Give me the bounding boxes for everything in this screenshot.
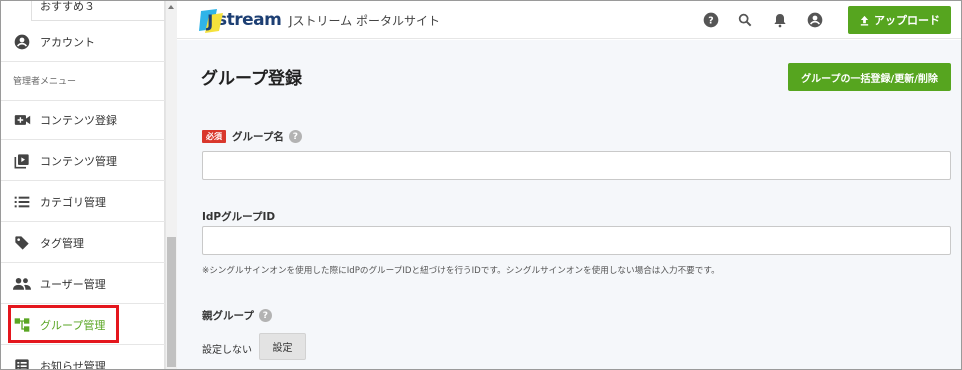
parent-group-label: 親グループ [202, 310, 254, 322]
sidebar-item-label: コンテンツ管理 [40, 154, 117, 168]
scroll-up-arrow-icon[interactable] [167, 3, 175, 11]
account-icon [13, 33, 31, 51]
people-icon [13, 275, 31, 293]
sidebar-item-label: コンテンツ登録 [40, 113, 117, 127]
search-icon[interactable] [737, 12, 753, 28]
annotation-highlight-box [8, 305, 119, 343]
sidebar-item-content-manage[interactable]: コンテンツ管理 [1, 141, 165, 181]
idp-note-text: ※シングルサインオンを使用した際にIdPのグループIDと紐づけを行うIDです。シ… [202, 266, 720, 276]
svg-text:?: ? [708, 15, 713, 26]
help-circle-icon[interactable]: ? [288, 130, 302, 143]
parent-group-value: 設定しない [202, 345, 252, 356]
sidebar-item-content-register[interactable]: コンテンツ登録 [1, 100, 165, 140]
idp-group-id-label: IdPグループID [202, 211, 276, 223]
sidebar-scrollbar-thumb[interactable] [167, 237, 176, 367]
idp-group-id-input[interactable] [202, 226, 951, 255]
sidebar-item-label: お知らせ管理 [40, 359, 106, 370]
sidebar-section-admin: 管理者メニュー [1, 63, 165, 101]
sidebar: おすすめ３ アカウント 管理者メニュー コンテンツ登録 コンテンツ管理 カテゴリ… [1, 1, 165, 370]
app-window: おすすめ３ アカウント 管理者メニュー コンテンツ登録 コンテンツ管理 カテゴリ… [0, 0, 962, 370]
top-header: J stream Jストリーム ポータルサイト ? アップロード [177, 1, 961, 39]
parent-group-label-row: 親グループ ? [202, 308, 272, 323]
portal-name: Jストリーム ポータルサイト [289, 14, 440, 28]
notice-icon [13, 357, 31, 369]
page-title: グループ登録 [201, 69, 302, 89]
user-account-icon[interactable] [807, 12, 823, 28]
upload-button-label: アップロード [874, 14, 940, 27]
tag-icon [13, 234, 31, 252]
bulk-register-button[interactable]: グループの一括登録/更新/削除 [788, 63, 951, 91]
group-name-label: グループ名 [232, 131, 284, 143]
sidebar-item-user-manage[interactable]: ユーザー管理 [1, 264, 165, 304]
video-add-icon [13, 111, 31, 129]
jstream-logo-mark: J [199, 7, 227, 33]
sidebar-item-account[interactable]: アカウント [1, 22, 165, 62]
logo-letter: J [206, 12, 213, 32]
set-button-label: 設定 [272, 343, 293, 354]
bell-icon[interactable] [772, 12, 788, 28]
sidebar-sub-item-label: おすすめ３ [40, 0, 95, 13]
list-icon [13, 193, 31, 211]
sidebar-item-label: ユーザー管理 [40, 277, 106, 291]
sidebar-item-tag-manage[interactable]: タグ管理 [1, 223, 165, 263]
sidebar-sub-item-osusume3[interactable]: おすすめ３ [31, 1, 165, 21]
sidebar-item-label: カテゴリ管理 [40, 195, 106, 209]
upload-button[interactable]: アップロード [848, 6, 951, 34]
help-icon[interactable]: ? [703, 12, 719, 28]
help-circle-icon[interactable]: ? [258, 309, 272, 322]
sidebar-item-notice-manage[interactable]: お知らせ管理 [1, 346, 165, 370]
sidebar-item-label: アカウント [40, 35, 95, 49]
idp-label-row: IdPグループID [202, 209, 275, 224]
sidebar-section-label: 管理者メニュー [13, 77, 77, 87]
sidebar-item-category-manage[interactable]: カテゴリ管理 [1, 182, 165, 222]
sidebar-item-label: タグ管理 [40, 236, 84, 250]
upload-icon [860, 15, 869, 26]
required-badge: 必須 [202, 130, 226, 143]
video-library-icon [13, 152, 31, 170]
set-parent-group-button[interactable]: 設定 [259, 333, 306, 360]
main-content: グループ登録 グループの一括登録/更新/削除 必須 グループ名 ? IdPグルー… [177, 40, 961, 369]
bulk-register-button-label: グループの一括登録/更新/削除 [801, 73, 938, 85]
jstream-logo[interactable]: J stream [199, 7, 282, 33]
group-name-input[interactable] [202, 151, 951, 180]
group-name-label-row: 必須 グループ名 ? [202, 129, 302, 144]
